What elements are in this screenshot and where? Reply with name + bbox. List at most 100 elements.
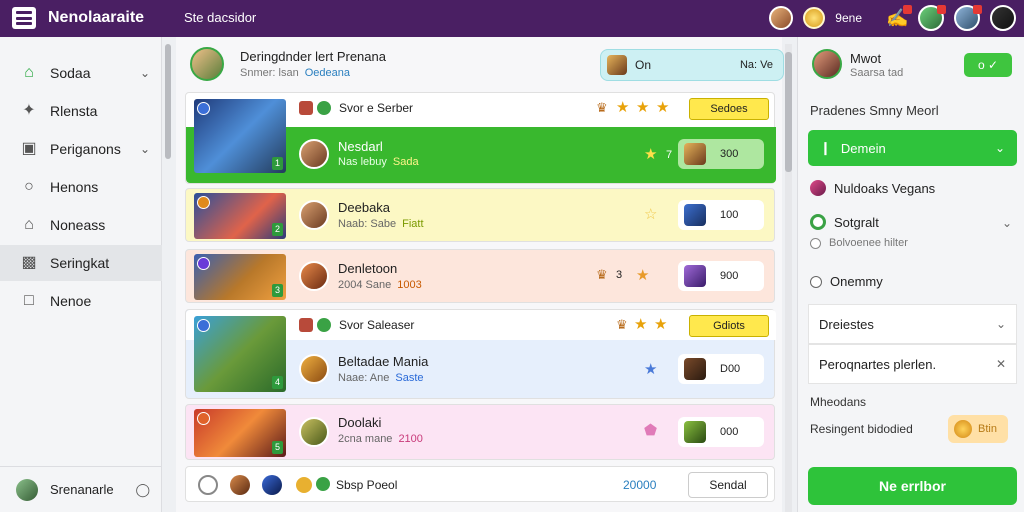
option-bolvoenee[interactable]: Bolvoenee hilter — [810, 237, 908, 249]
search-input[interactable]: Ste dacsidor — [184, 10, 256, 25]
sidebar-item-label: Nenoe — [50, 293, 92, 309]
row-action-button[interactable]: Gdiots — [689, 315, 769, 337]
sidebar-item-sodaa[interactable]: ⌂ Sodaa ⌄ — [0, 55, 162, 91]
bottom-label: Sbsp Poeol — [336, 478, 398, 492]
pill-value: Na: Ve — [739, 59, 773, 71]
notification-dot — [937, 5, 946, 14]
sidebar-scrollbar[interactable] — [165, 44, 171, 159]
game-thumbnail: 4 — [194, 316, 286, 392]
subtitle-accent: Oedeana — [304, 67, 350, 79]
sidebar-item-rlensta[interactable]: ✦ Rlensta — [0, 93, 162, 129]
main-scrollbar[interactable] — [785, 44, 792, 512]
game-thumbnail — [684, 421, 706, 443]
list-item[interactable]: 3 Denletoon 2004 Sane 1003 ♛ 3 ★ 900 — [185, 249, 775, 303]
user-subtitle: Saarsa tad — [850, 67, 904, 79]
meta-accent: 2100 — [398, 433, 423, 445]
chevron-down-icon: ⌄ — [139, 66, 150, 80]
option-label: Bolvoenee hilter — [829, 237, 908, 249]
check-icon — [317, 318, 331, 332]
menu-icon[interactable] — [12, 7, 36, 29]
chevron-down-icon[interactable]: ⌄ — [1002, 216, 1012, 230]
crown-icon: ♛ — [596, 100, 608, 115]
chat-bubble-icon[interactable]: ✍ — [886, 5, 912, 29]
collapsible-dreiestes[interactable]: Dreiestes ⌄ — [808, 304, 1017, 344]
score-value: 300 — [720, 148, 739, 160]
game-thumbnail: 2 — [194, 193, 286, 239]
friend-avatar-2[interactable] — [954, 5, 982, 31]
sidebar-footer[interactable]: Srenanarle ◯ — [0, 466, 162, 512]
top-right-group: 9ene ✍ — [769, 5, 1016, 31]
search-icon — [810, 275, 822, 288]
section-title: Pradenes Smny Meorl — [810, 103, 939, 118]
score-value: 900 — [720, 270, 739, 282]
list-item[interactable]: 5 Doolaki 2cna mane 2100 ⬟ 000 — [185, 404, 775, 460]
option-onemmy[interactable]: Onemmy — [810, 274, 883, 289]
friend-avatar-1[interactable] — [918, 5, 946, 31]
level-badge: 3 — [271, 284, 283, 297]
bottom-row[interactable]: Sbsp Poeol 20000 Sendal — [185, 466, 775, 502]
online-toggle[interactable]: o ✓ — [964, 53, 1012, 77]
row-action-button[interactable]: Sedoes — [689, 98, 769, 120]
list-item[interactable]: Svor Saleaser ♛ ★ ★ Gdiots 4 Beltadae Ma… — [185, 309, 776, 399]
avatar — [299, 261, 329, 291]
achievement-label: Resingent bidodied — [810, 422, 913, 436]
sidebar-item-henons[interactable]: ○ Henons — [0, 169, 162, 205]
badge-icon — [197, 102, 210, 115]
row-name: Doolaki — [338, 415, 382, 430]
level-badge: 4 — [271, 376, 283, 389]
sidebar-item-noneass[interactable]: ⌂ Noneass — [0, 207, 162, 243]
card-label: Dreiestes — [819, 317, 874, 332]
sidebar-item-periganons[interactable]: ▣ Periganons ⌄ — [0, 131, 162, 167]
meta-accent: Fiatt — [402, 218, 424, 230]
badge-icon — [197, 257, 210, 270]
primary-cta-button[interactable]: Ne errlbor — [808, 467, 1017, 505]
badge-icon — [197, 319, 210, 332]
sidebar-item-label: Periganons — [50, 141, 121, 157]
sidebar-item-label: Noneass — [50, 217, 106, 233]
score-box[interactable]: D00 — [678, 354, 764, 384]
row-subheader: Svor e Serber — [299, 101, 413, 115]
avatar — [16, 478, 38, 501]
list-item[interactable]: 2 Deebaka Naab: Sabe Fiatt ☆ 100 — [185, 188, 775, 242]
friend-avatar-3[interactable] — [990, 5, 1016, 31]
header-pill[interactable]: On Na: Ve — [600, 49, 784, 81]
row-name: Denletoon — [338, 261, 398, 276]
score-box[interactable]: 100 — [678, 200, 764, 230]
main-content: Deringdnder lert Prenana Snmer: lsan Oede… — [176, 37, 784, 512]
top-bar: Nenolaaraite Ste dacsidor 9ene ✍ — [0, 0, 1024, 37]
settings-icon[interactable]: ◯ — [135, 482, 150, 498]
level-badge: 1 — [271, 157, 283, 170]
row-meta: Naae: Ane Saste — [338, 372, 424, 384]
chevron-down-icon: ⌄ — [995, 317, 1006, 331]
refresh-icon[interactable] — [198, 475, 218, 495]
gem-icon: ⬟ — [644, 422, 658, 439]
score-box[interactable]: 300 — [678, 139, 764, 169]
row-meta: Naab: Sabe Fiatt — [338, 218, 424, 230]
sidebar-item-nenoe[interactable]: □ Nenoe — [0, 283, 162, 319]
flag-icon — [299, 318, 313, 332]
game-thumbnail: 1 — [194, 99, 286, 173]
coin-icon — [954, 420, 972, 438]
score-box[interactable]: 900 — [678, 261, 764, 291]
gold-badge[interactable]: Btin — [948, 415, 1008, 443]
meta-accent: 1003 — [397, 279, 422, 291]
option-sotgralt[interactable]: Sotgralt — [810, 214, 879, 230]
score-value: 000 — [720, 426, 739, 438]
list-item[interactable]: Svor e Serber ♛ ★ ★ ★ Sedoes 1 Nesdarl N… — [185, 92, 776, 184]
avatar — [812, 49, 842, 79]
sidebar-item-seringkat[interactable]: ▩ Seringkat — [0, 245, 162, 281]
meta-accent: Saste — [395, 372, 424, 384]
send-button[interactable]: Sendal — [688, 472, 768, 498]
scroll-thumb[interactable] — [785, 52, 792, 172]
notification-dot — [973, 5, 982, 14]
sidebar-item-label: Henons — [50, 179, 99, 195]
app-title: Nenolaaraite — [48, 9, 145, 26]
profile-avatar[interactable] — [769, 6, 794, 30]
domain-dropdown[interactable]: ❙ Demein ⌄ — [808, 130, 1017, 166]
score-box[interactable]: 000 — [678, 417, 764, 447]
star-icon: ★ — [656, 99, 670, 116]
house-icon: ⌂ — [24, 216, 34, 233]
row-meta: Nas lebuy Sada — [338, 156, 419, 168]
collapsible-peroqnartes[interactable]: Peroqnartes plerlen. ✕ — [808, 344, 1017, 384]
level-badge: 5 — [271, 441, 283, 454]
